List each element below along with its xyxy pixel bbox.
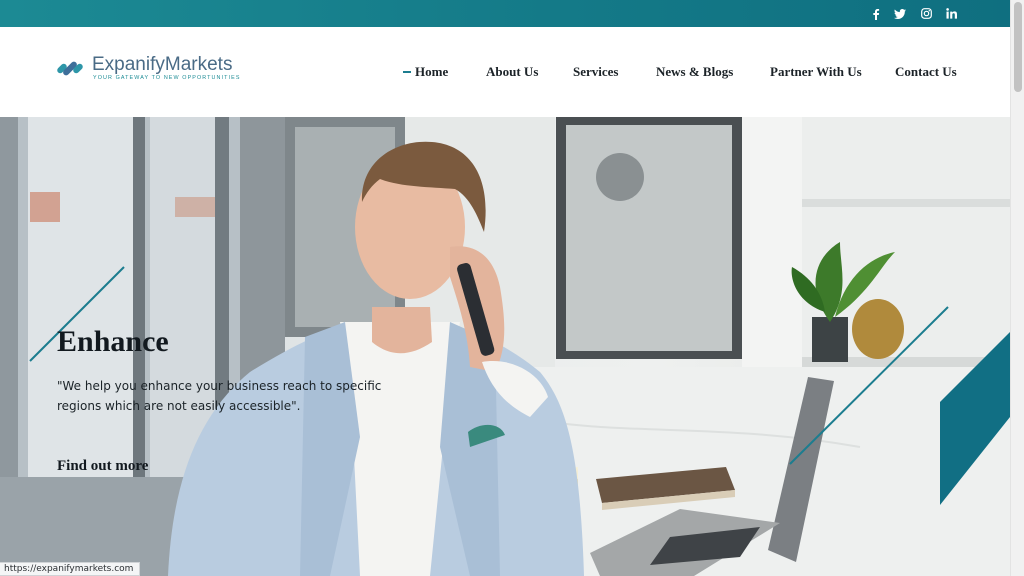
brand-tagline: YOUR GATEWAY TO NEW OPPORTUNITIES [93, 75, 241, 81]
nav-contact-us[interactable]: Contact Us [895, 63, 957, 81]
logo-mark-icon [57, 61, 83, 76]
brand-name: ExpanifyMarkets [92, 54, 233, 75]
facebook-icon[interactable] [868, 0, 884, 27]
status-bar-url: https://expanifymarkets.com [0, 562, 141, 576]
hero-title: Enhance [57, 325, 169, 358]
find-out-more-link[interactable]: Find out more [57, 458, 148, 475]
page-scrollbar[interactable] [1010, 0, 1024, 576]
hero-description: "We help you enhance your business reach… [57, 379, 382, 413]
nav-home[interactable]: Home [415, 63, 448, 81]
top-bar [0, 0, 1010, 27]
twitter-icon[interactable] [892, 0, 908, 27]
nav-services[interactable]: Services [573, 63, 618, 81]
scrollbar-thumb[interactable] [1014, 2, 1022, 92]
active-nav-indicator [403, 71, 411, 73]
nav-partner-with-us[interactable]: Partner With Us [770, 63, 862, 81]
nav-about-us[interactable]: About Us [486, 63, 538, 81]
hero-section: Enhance "We help you enhance your busine… [0, 117, 1010, 576]
instagram-icon[interactable] [918, 0, 934, 27]
linkedin-icon[interactable] [943, 0, 959, 27]
site-logo[interactable]: ExpanifyMarkets YOUR GATEWAY TO NEW OPPO… [57, 54, 257, 85]
nav-news-blogs[interactable]: News & Blogs [656, 63, 733, 81]
